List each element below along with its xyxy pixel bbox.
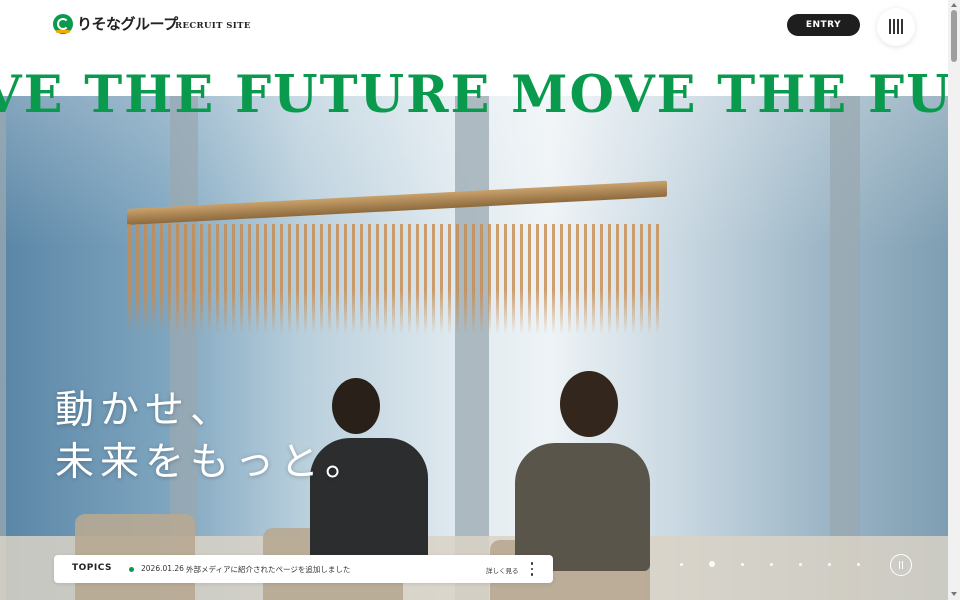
slide-dot-7[interactable]: [857, 562, 860, 566]
topics-label: TOPICS: [72, 563, 112, 573]
topics-bar[interactable]: TOPICS 2026.01.26 外部メディアに紹介されたページを追加しました…: [54, 555, 553, 583]
kebab-icon[interactable]: [530, 562, 534, 576]
site-header: りそなグループ RECRUIT SITE ENTRY: [0, 0, 948, 52]
catch-line-2: 未来をもっと。: [55, 440, 371, 485]
slide-dot-1[interactable]: [680, 562, 683, 566]
window-frame: [830, 96, 860, 600]
catch-copy: 動かせ、 未来をもっと。: [55, 385, 370, 489]
slide-dot-2[interactable]: [709, 561, 715, 567]
topics-date: 2026.01.26: [141, 564, 184, 573]
slide-dot-4[interactable]: [770, 562, 773, 566]
scrollbar-thumb[interactable]: [951, 10, 957, 62]
topics-dot-icon: [129, 567, 134, 572]
menu-icon-line: [889, 19, 891, 34]
menu-icon-line: [897, 19, 899, 34]
head: [560, 371, 618, 437]
slide-dot-3[interactable]: [741, 562, 744, 566]
hero-image: [0, 96, 948, 600]
person-right: [505, 371, 650, 571]
menu-icon-line: [901, 19, 903, 34]
menu-icon-line: [893, 19, 895, 34]
slide-pagination: [680, 561, 886, 567]
slide-dot-6[interactable]: [828, 562, 831, 566]
topics-title-link[interactable]: 外部メディアに紹介されたページを追加しました: [186, 564, 350, 575]
topics-more-link[interactable]: 詳しく見る: [486, 565, 519, 575]
entry-button[interactable]: ENTRY: [787, 14, 860, 36]
scroll-up-icon[interactable]: [951, 3, 957, 7]
body: [515, 443, 650, 571]
scrollbar[interactable]: [948, 0, 960, 600]
resona-logo-icon: [53, 13, 73, 34]
catch-line-1: 動かせ、: [55, 388, 236, 433]
pause-button[interactable]: [890, 554, 912, 576]
logo-text: りそなグループ: [77, 15, 178, 33]
resona-logo[interactable]: りそなグループ: [53, 13, 178, 34]
slide-dot-5[interactable]: [799, 562, 802, 566]
window-frame: [0, 96, 6, 600]
menu-button[interactable]: [877, 8, 915, 46]
chandelier-beads: [128, 224, 664, 334]
chandelier: [127, 180, 667, 225]
site-label: RECRUIT SITE: [175, 21, 251, 31]
window-frame: [455, 96, 489, 600]
scroll-down-icon[interactable]: [951, 592, 957, 596]
